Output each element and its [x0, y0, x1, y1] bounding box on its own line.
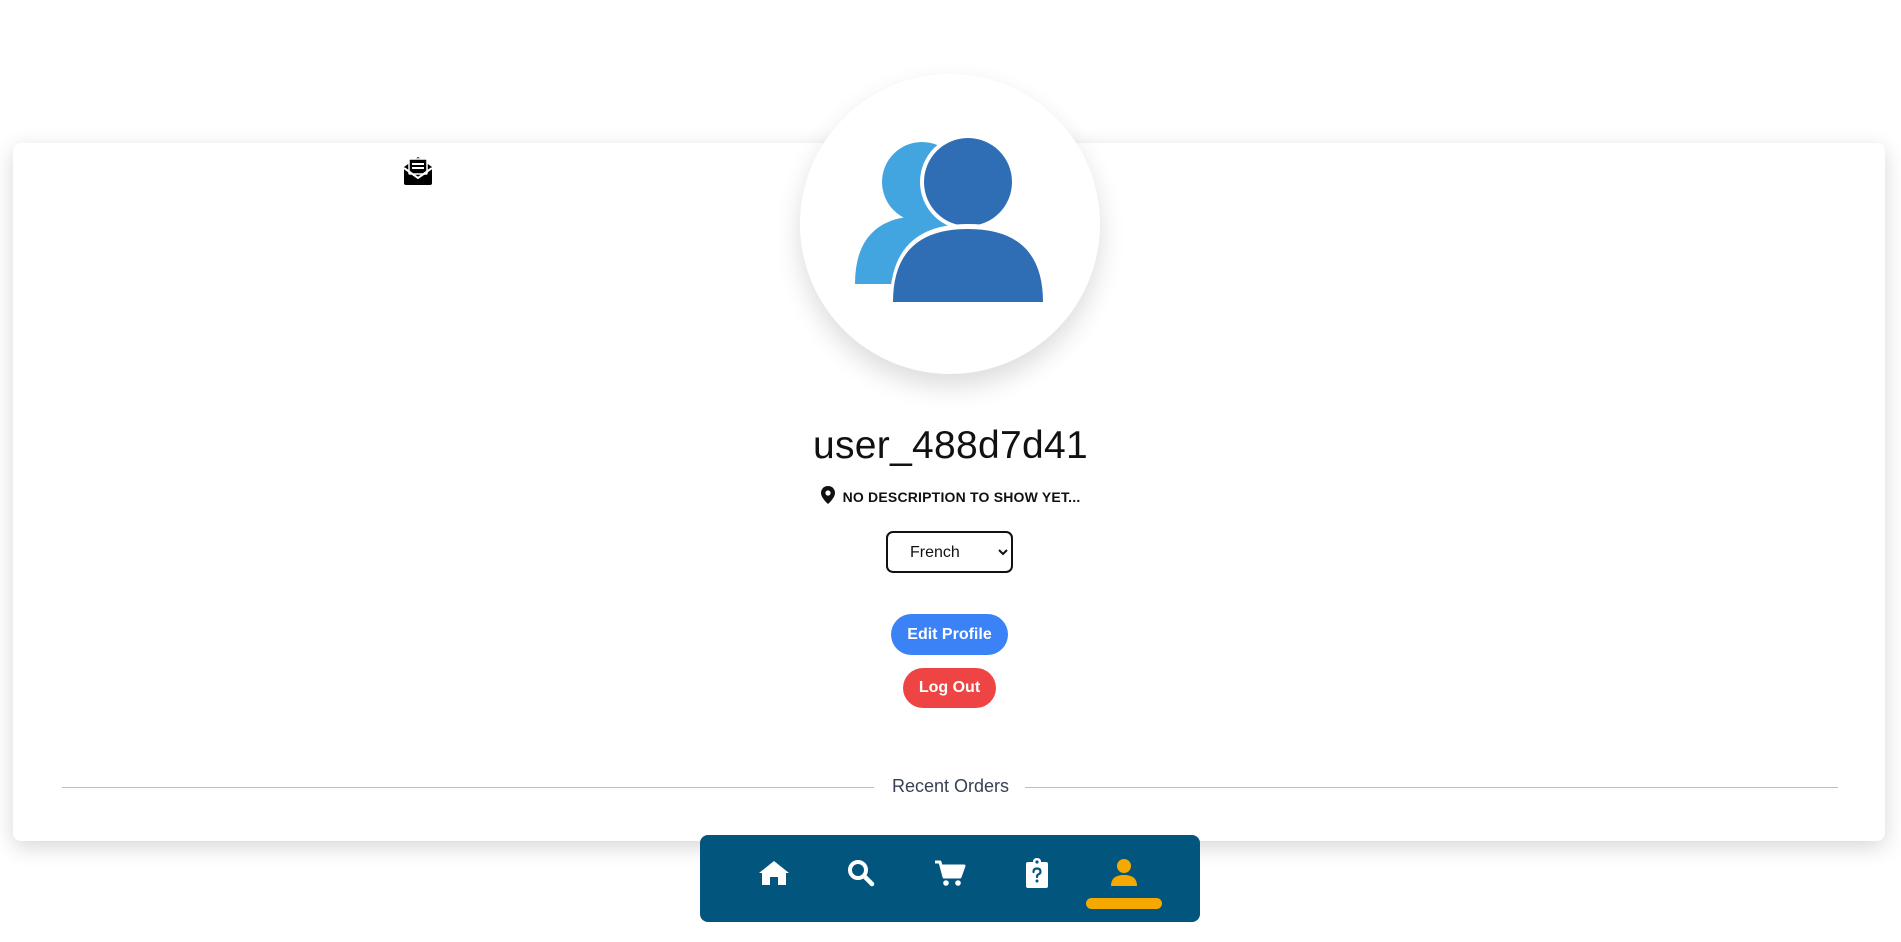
location-pin-icon	[820, 486, 835, 504]
username: user_488d7d41	[813, 424, 1088, 467]
cart-icon	[935, 860, 966, 886]
bottom-nav	[700, 835, 1200, 922]
nav-home[interactable]	[754, 853, 794, 893]
avatar	[800, 74, 1100, 374]
nav-search[interactable]	[841, 853, 881, 893]
nav-active-indicator	[1086, 898, 1162, 909]
nav-profile[interactable]	[1104, 853, 1144, 893]
clipboard-question-icon	[1026, 858, 1048, 888]
nav-cart[interactable]	[930, 853, 970, 893]
description-text: NO DESCRIPTION TO SHOW YET...	[842, 489, 1081, 505]
search-icon	[848, 860, 875, 887]
log-out-button[interactable]: Log Out	[903, 668, 996, 708]
recent-orders-heading: Recent Orders	[891, 776, 1010, 796]
profile-description: NO DESCRIPTION TO SHOW YET...	[0, 486, 1901, 505]
home-icon	[759, 861, 789, 885]
edit-profile-button[interactable]: Edit Profile	[891, 614, 1008, 655]
envelope-open-text-icon[interactable]	[401, 153, 435, 187]
nav-clipboard-question[interactable]	[1017, 853, 1057, 893]
user-icon	[1111, 859, 1137, 886]
users-icon	[855, 134, 1046, 302]
language-select[interactable]: French	[886, 531, 1013, 573]
